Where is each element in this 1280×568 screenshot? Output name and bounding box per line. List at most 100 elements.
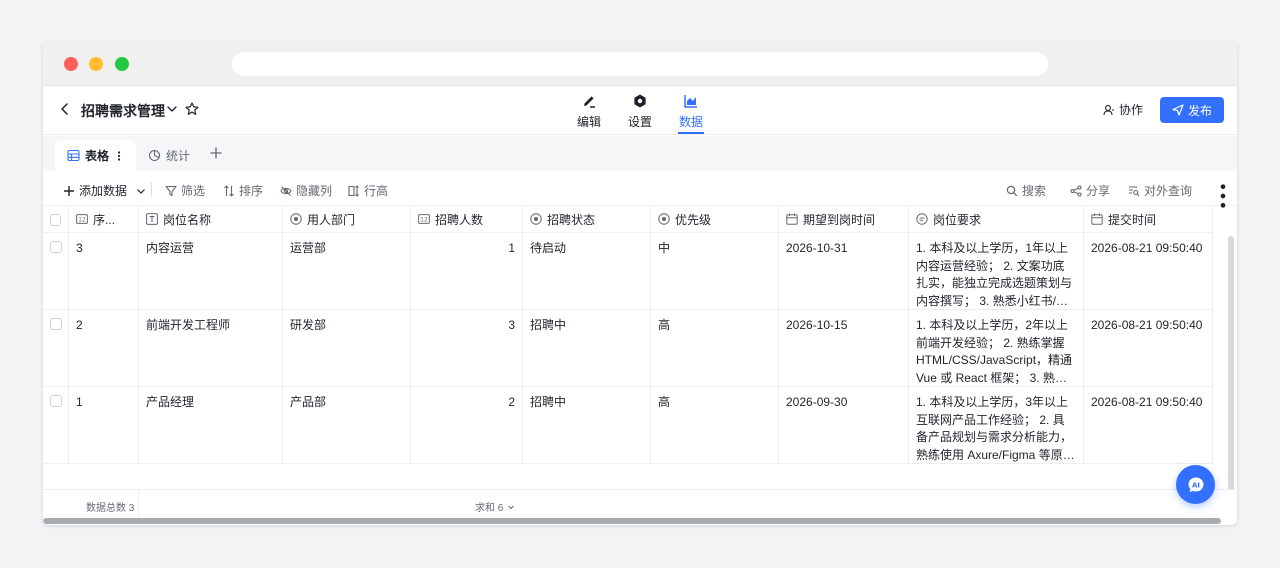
tab-data-label: 数据 — [678, 115, 703, 129]
cell-priority[interactable]: 高 — [651, 387, 779, 463]
column-header-seq[interactable]: 12 序... — [69, 206, 139, 232]
cell-seq[interactable]: 1 — [69, 387, 139, 463]
sort-icon — [224, 184, 234, 197]
cell-submitted[interactable]: 2026-08-21 09:50:40 — [1084, 310, 1213, 386]
share-button[interactable]: 分享 — [1070, 182, 1110, 199]
vertical-scrollbar[interactable] — [1228, 236, 1234, 516]
hide-columns-button[interactable]: 隐藏列 — [280, 182, 332, 199]
cell-status[interactable]: 待启动 — [523, 233, 651, 309]
cell-date[interactable]: 2026-10-31 — [779, 233, 909, 309]
column-header-submitted[interactable]: 提交时间 — [1084, 206, 1213, 232]
column-header-requirements[interactable]: 岗位要求 — [909, 206, 1084, 232]
cell-count[interactable]: 1 — [411, 233, 523, 309]
maximize-window-button[interactable] — [115, 57, 129, 71]
single-select-icon — [658, 213, 670, 225]
back-arrow-icon[interactable] — [57, 101, 73, 117]
row-select-cell[interactable] — [43, 310, 69, 386]
number-field-icon: 12 — [76, 214, 88, 224]
view-tab-table-label: 表格 — [85, 149, 110, 163]
more-vertical-icon[interactable] — [114, 150, 124, 162]
ai-assistant-button[interactable]: AI — [1176, 465, 1215, 504]
sort-button[interactable]: 排序 — [223, 182, 263, 199]
row-height-button[interactable]: 行高 — [348, 182, 388, 199]
cell-title[interactable]: 前端开发工程师 — [139, 310, 283, 386]
column-header-count[interactable]: 12 招聘人数 — [411, 206, 523, 232]
search-icon — [1006, 185, 1018, 196]
tab-edit-label: 编辑 — [576, 115, 601, 129]
star-icon[interactable] — [184, 101, 200, 117]
close-window-button[interactable] — [64, 57, 78, 71]
row-select-cell[interactable] — [43, 387, 69, 463]
tab-settings-label: 设置 — [627, 115, 652, 129]
cell-requirements[interactable]: 1. 本科及以上学历，2年以上前端开发经验； 2. 熟练掌握 HTML/CSS/… — [909, 310, 1084, 386]
cell-priority[interactable]: 中 — [651, 233, 779, 309]
tab-settings[interactable]: 设置 — [620, 93, 660, 130]
column-header-title[interactable]: 岗位名称 — [139, 206, 283, 232]
view-tab-table[interactable]: 表格 — [55, 140, 137, 171]
row-checkbox[interactable] — [50, 395, 62, 407]
number-field-icon: 12 — [418, 214, 430, 224]
filter-icon — [165, 185, 177, 196]
cell-priority[interactable]: 高 — [651, 310, 779, 386]
column-header-status-label: 招聘状态 — [547, 212, 596, 227]
cell-count[interactable]: 3 — [411, 310, 523, 386]
tab-data[interactable]: 数据 — [671, 93, 711, 134]
pie-icon — [148, 149, 161, 162]
cell-requirements[interactable]: 1. 本科及以上学历，1年以上内容运营经验； 2. 文案功底扎实，能独立完成选题… — [909, 233, 1084, 309]
table-footer: 数据总数 3 求和 6 — [43, 489, 1237, 518]
collaborate-label: 协作 — [1119, 103, 1144, 117]
add-record-label: 添加数据 — [79, 184, 128, 198]
chevron-down-icon[interactable] — [165, 102, 179, 116]
publish-label: 发布 — [1187, 103, 1212, 118]
collaborate-button[interactable]: 协作 — [1103, 101, 1143, 118]
cell-status[interactable]: 招聘中 — [523, 310, 651, 386]
more-options-icon[interactable] — [1209, 182, 1237, 210]
table-toolbar: 添加数据 筛选 排序 隐藏列 行高 搜索 分享 对外查询 — [43, 171, 1237, 208]
app-window: 招聘需求管理 编辑 设置 数据 协作 发布 表格 统计 添加数据 筛选 排序 隐… — [43, 42, 1237, 525]
cell-count[interactable]: 2 — [411, 387, 523, 463]
search-button[interactable]: 搜索 — [1006, 182, 1046, 199]
cell-dept[interactable]: 运营部 — [283, 233, 411, 309]
cell-status[interactable]: 招聘中 — [523, 387, 651, 463]
cell-dept[interactable]: 产品部 — [283, 387, 411, 463]
cell-seq[interactable]: 3 — [69, 233, 139, 309]
tab-edit[interactable]: 编辑 — [569, 93, 609, 130]
address-bar[interactable] — [232, 52, 1048, 76]
chevron-down-icon[interactable] — [135, 185, 147, 197]
cell-seq[interactable]: 2 — [69, 310, 139, 386]
horizontal-scrollbar[interactable] — [43, 518, 1221, 524]
sum-summary[interactable]: 求和 6 — [475, 499, 515, 514]
row-checkbox[interactable] — [50, 241, 62, 253]
publish-button[interactable]: 发布 — [1160, 97, 1224, 123]
table-row[interactable]: 1 产品经理 产品部 2 招聘中 高 2026-09-30 1. 本科及以上学历… — [43, 387, 1213, 464]
column-header-dept[interactable]: 用人部门 — [283, 206, 411, 232]
view-tab-stats[interactable]: 统计 — [136, 140, 202, 171]
cell-date[interactable]: 2026-09-30 — [779, 387, 909, 463]
column-header-dept-label: 用人部门 — [307, 212, 356, 227]
cell-date[interactable]: 2026-10-15 — [779, 310, 909, 386]
table-row[interactable]: 3 内容运营 运营部 1 待启动 中 2026-10-31 1. 本科及以上学历… — [43, 233, 1213, 310]
column-header-status[interactable]: 招聘状态 — [523, 206, 651, 232]
public-query-label: 对外查询 — [1144, 184, 1193, 198]
query-icon — [1129, 185, 1140, 196]
eye-off-icon — [280, 185, 292, 196]
public-query-button[interactable]: 对外查询 — [1128, 182, 1192, 199]
select-all-cell[interactable] — [43, 206, 69, 232]
cell-submitted[interactable]: 2026-08-21 09:50:40 — [1084, 387, 1213, 463]
column-header-date[interactable]: 期望到岗时间 — [779, 206, 909, 232]
select-all-checkbox[interactable] — [50, 213, 61, 226]
cell-dept[interactable]: 研发部 — [283, 310, 411, 386]
column-header-priority[interactable]: 优先级 — [651, 206, 779, 232]
table-row[interactable]: 2 前端开发工程师 研发部 3 招聘中 高 2026-10-15 1. 本科及以… — [43, 310, 1213, 387]
row-select-cell[interactable] — [43, 233, 69, 309]
add-view-icon[interactable] — [209, 146, 223, 160]
cell-requirements[interactable]: 1. 本科及以上学历，3年以上互联网产品工作经验； 2. 具备产品规划与需求分析… — [909, 387, 1084, 463]
gear-icon — [634, 94, 646, 108]
cell-title[interactable]: 内容运营 — [139, 233, 283, 309]
filter-button[interactable]: 筛选 — [165, 182, 205, 199]
minimize-window-button[interactable] — [89, 57, 103, 71]
row-checkbox[interactable] — [50, 318, 62, 330]
cell-submitted[interactable]: 2026-08-21 09:50:40 — [1084, 233, 1213, 309]
add-record-button[interactable]: 添加数据 — [63, 182, 147, 199]
cell-title[interactable]: 产品经理 — [139, 387, 283, 463]
